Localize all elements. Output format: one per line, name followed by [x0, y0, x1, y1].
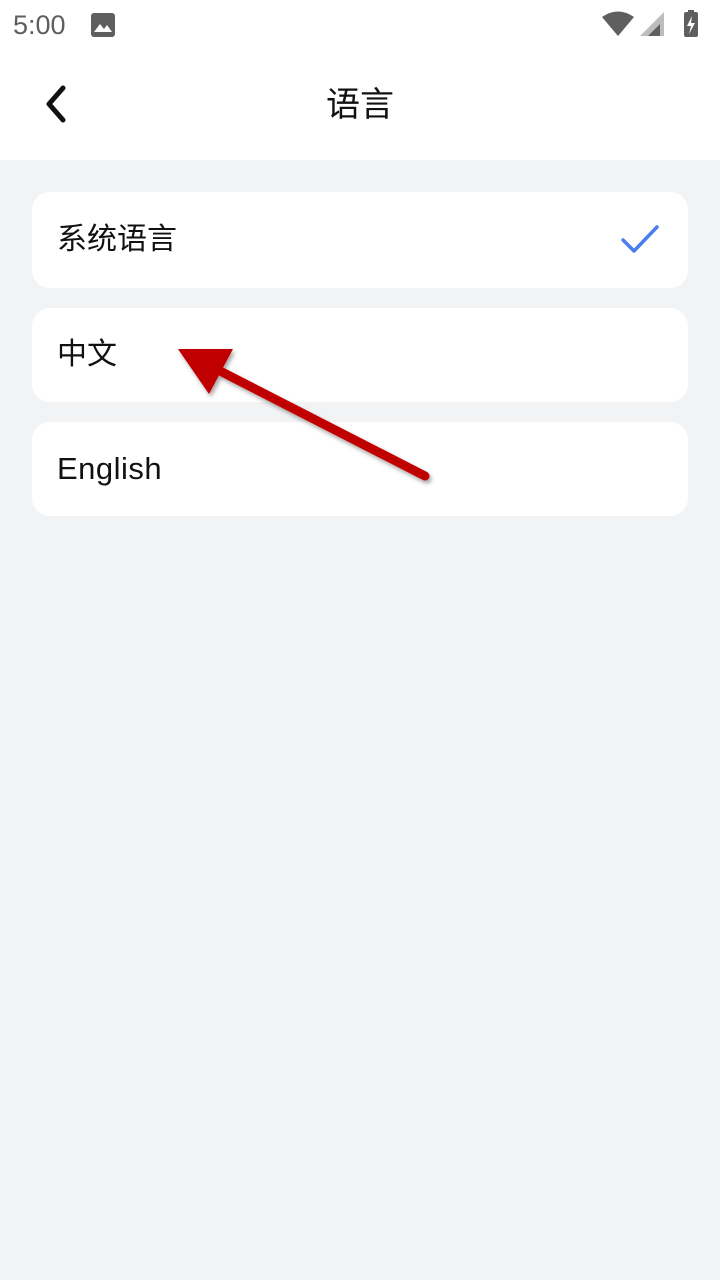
chevron-left-icon	[46, 85, 66, 123]
language-option-system[interactable]: 系统语言	[32, 192, 688, 288]
wifi-icon	[602, 11, 634, 36]
language-option-label: English	[57, 451, 163, 486]
language-option-label: 中文	[57, 337, 117, 372]
language-option-english[interactable]: English	[32, 422, 688, 516]
status-bar: 5:00	[0, 0, 720, 52]
language-settings-screen: 5:00 语言 系统语言 中文 English	[0, 0, 720, 1280]
language-list: 系统语言 中文 English	[32, 192, 688, 516]
gallery-icon	[91, 13, 115, 37]
back-button[interactable]	[28, 76, 84, 132]
status-icons	[602, 10, 698, 37]
page-title: 语言	[326, 85, 394, 125]
status-time: 5:00	[13, 10, 66, 40]
language-option-label: 系统语言	[57, 222, 177, 257]
check-icon	[621, 225, 659, 253]
language-option-chinese[interactable]: 中文	[32, 308, 688, 402]
app-header: 语言	[0, 52, 720, 160]
